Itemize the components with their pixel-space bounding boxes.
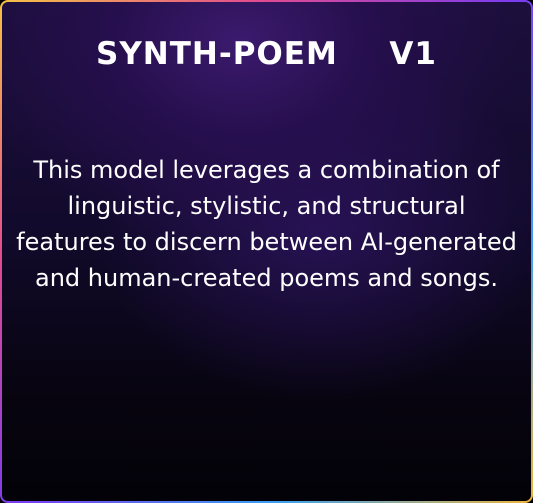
model-card[interactable]: SYNTH-POEM V1 This model leverages a com… bbox=[2, 2, 531, 501]
model-card-border: SYNTH-POEM V1 This model leverages a com… bbox=[0, 0, 533, 503]
model-description: This model leverages a combination of li… bbox=[16, 156, 517, 292]
model-title: SYNTH-POEM V1 bbox=[96, 36, 437, 72]
